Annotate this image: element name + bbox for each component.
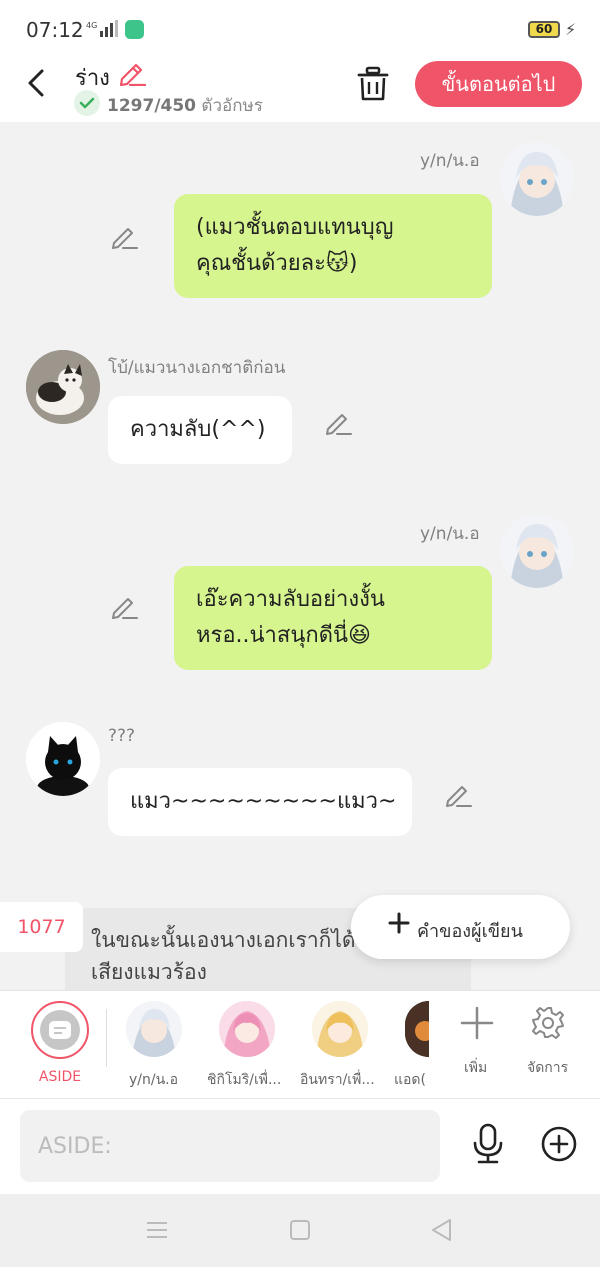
back-icon[interactable] [22,68,52,98]
character-yn[interactable] [126,1001,182,1057]
gear-icon[interactable] [530,1005,566,1041]
network-label: 4G [86,21,97,30]
add-character-icon[interactable] [459,1005,495,1041]
app-notification-icon [125,20,144,39]
home-icon[interactable] [286,1216,314,1244]
divider [106,1009,107,1067]
message-bubble[interactable]: เอ๊ะความลับอย่างงั้น หรอ..น่าสนุกดีนี่😆 [174,566,492,670]
character-label: อินทรา/เพื่... [300,1072,375,1088]
chat-bubble-icon [49,1021,71,1039]
add-character-label: เพิ่ม [464,1060,488,1076]
status-bar: 07:12 4G 60 ⚡ [0,0,600,60]
author-note-button[interactable]: คำของผู้เขียน [351,895,570,959]
message-bubble[interactable]: แมว~~~~~~~~~แมว~ [108,768,412,836]
message-line: เอ๊ะความลับอย่างงั้น [196,587,385,612]
message-input[interactable] [20,1110,440,1182]
avatar-unknown[interactable] [26,722,100,796]
aside-avatar [40,1010,80,1050]
character-count: 1297/450 ตัวอักษร [107,92,263,119]
avatar-bo[interactable] [26,350,100,424]
aside-label: ASIDE [38,1069,82,1085]
author-note-label: คำของผู้เขียน [417,921,523,942]
message-sender: y/n/น.อ [420,151,480,171]
character-label: ชิกิโมริ/เพื่... [207,1072,282,1088]
character-selector: ASIDE y/n/น.อ ชิกิโมริ/เพื่... อินทรา/เพ… [0,990,600,1098]
trash-icon[interactable] [356,66,390,102]
editor-header: ร่าง 1297/450 ตัวอักษร ขั้นตอนต่อไป [0,60,600,122]
signal-icon: 4G [86,20,118,37]
plus-icon [388,912,410,934]
composer-bar [0,1098,600,1194]
avatar-yn[interactable] [500,514,574,588]
message-line: หรอ..น่าสนุกดีนี่😆 [196,623,371,648]
menu-icon[interactable] [143,1216,171,1244]
character-label: แอด( [394,1072,426,1088]
back-nav-icon[interactable] [428,1216,456,1244]
next-step-button[interactable]: ขั้นตอนต่อไป [415,61,582,107]
character-shikimori[interactable] [219,1001,275,1057]
message-line: (แมวชั้นตอบแทนบุญ [196,215,394,240]
narration-counter: 1077 [0,902,83,952]
message-sender: ??? [108,726,136,746]
microphone-icon[interactable] [468,1123,508,1165]
character-count-unit: ตัวอักษร [201,96,263,116]
add-media-icon[interactable] [540,1125,578,1163]
chat-area[interactable]: y/n/น.อ (แมวชั้นตอบแทนบุญ คุณชั้นด้วยละ😽… [0,122,600,990]
message-sender: โบ้/แมวนางเอกชาติก่อน [108,358,286,378]
aside-character-button[interactable] [31,1001,89,1059]
system-navigation [0,1194,600,1267]
avatar-yn[interactable] [500,142,574,216]
edit-message-icon[interactable] [110,592,138,620]
narration-line: เสียงแมวร้อง [91,960,207,984]
edit-message-icon[interactable] [324,408,352,436]
manage-label: จัดการ [527,1060,569,1076]
message-sender: y/n/น.อ [420,524,480,544]
character-label: y/n/น.อ [129,1072,179,1088]
message-bubble[interactable]: (แมวชั้นตอบแทนบุญ คุณชั้นด้วยละ😽) [174,194,492,298]
character-admin[interactable] [405,1001,429,1057]
edit-message-icon[interactable] [444,780,472,808]
message-line: คุณชั้นด้วยละ😽) [196,251,358,276]
check-icon [74,90,100,116]
message-bubble[interactable]: ความลับ(^^) [108,396,292,464]
message-line: แมว~~~~~~~~~แมว~ [130,789,397,814]
status-time: 07:12 [26,18,84,42]
edit-title-icon[interactable] [118,60,146,86]
edit-message-icon[interactable] [110,222,138,250]
character-indra[interactable] [312,1001,368,1057]
character-count-value: 1297/450 [107,96,197,116]
battery-icon: 60 [528,21,560,38]
charging-icon: ⚡ [565,20,577,39]
message-line: ความลับ(^^) [130,417,266,442]
